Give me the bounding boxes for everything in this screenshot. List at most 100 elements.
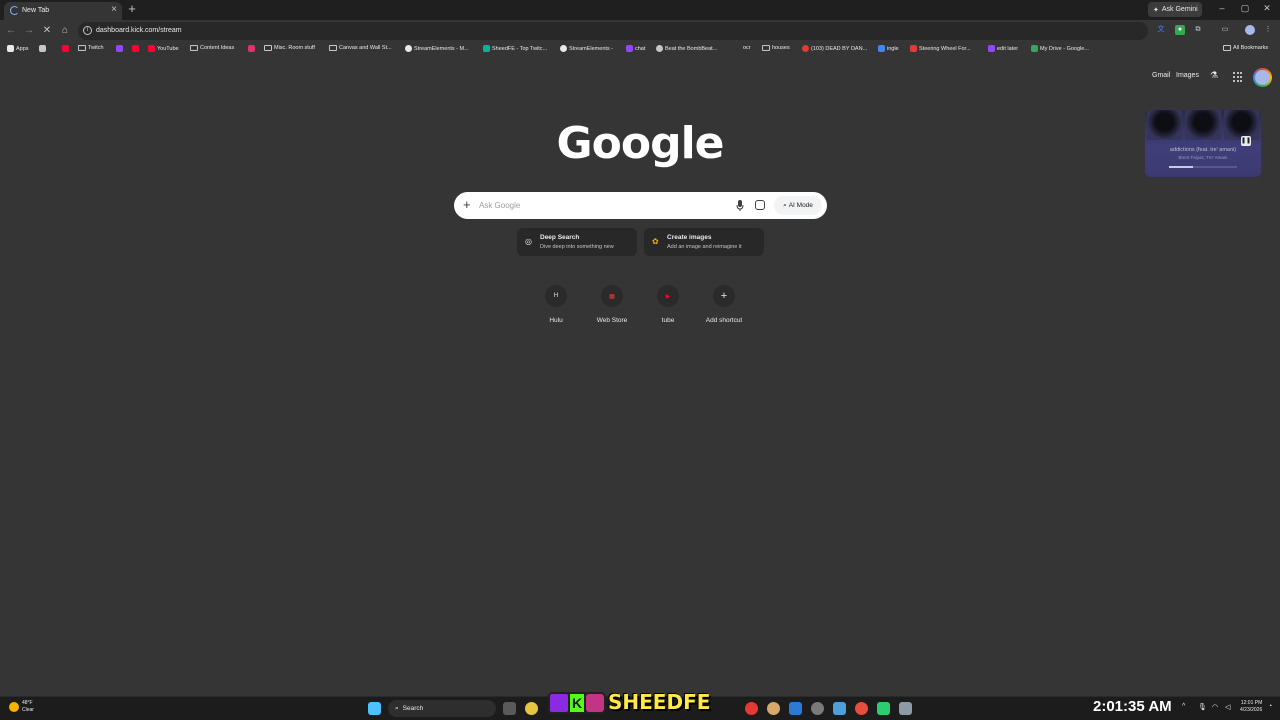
- windows-start-icon[interactable]: [368, 702, 381, 715]
- chrome-icon[interactable]: [525, 702, 538, 715]
- extensions-puzzle-icon[interactable]: ⧉: [1193, 25, 1203, 35]
- tray-chevron-icon[interactable]: ^: [1182, 703, 1185, 710]
- photos-icon[interactable]: [789, 702, 802, 715]
- plus-icon: +: [713, 285, 735, 307]
- settings-gear-icon[interactable]: [811, 702, 824, 715]
- bookmark-ocr[interactable]: ocr: [743, 45, 751, 51]
- back-arrow-icon[interactable]: ←: [5, 25, 17, 36]
- bookmark-youtube-2[interactable]: [132, 45, 139, 52]
- new-tab-button[interactable]: +: [126, 1, 138, 16]
- opera-icon[interactable]: [745, 702, 758, 715]
- bookmark-edit-later[interactable]: edit later: [988, 45, 1018, 52]
- shortcut-web-store[interactable]: ▦ Web Store: [584, 285, 640, 324]
- bookmark-streamelements[interactable]: StreamElements -: [560, 45, 613, 52]
- task-view-icon[interactable]: [503, 702, 516, 715]
- browser-toolbar: ← → ✕ ⌂ i dashboard.kick.com/stream 文 ● …: [0, 20, 1280, 42]
- bookmark-steering-wheel[interactable]: Steering Wheel For...: [910, 45, 971, 52]
- profile-avatar-icon[interactable]: [1245, 25, 1255, 35]
- tab-new-tab[interactable]: New Tab ×: [4, 2, 122, 20]
- system-clock[interactable]: 12:01 PM 4/23/2026: [1240, 700, 1262, 714]
- side-panel-icon[interactable]: ▭: [1220, 25, 1230, 35]
- spreadsheet-icon[interactable]: [877, 702, 890, 715]
- youtube-icon: [62, 45, 69, 52]
- bookmark-beat-the-bomb[interactable]: Beat the BombBeat...: [656, 45, 717, 52]
- translate-extension-icon[interactable]: 文: [1156, 25, 1166, 35]
- volume-icon[interactable]: ◁: [1225, 703, 1230, 711]
- forward-arrow-icon[interactable]: →: [23, 25, 35, 36]
- xbox-icon[interactable]: [855, 702, 868, 715]
- file-icon[interactable]: [899, 702, 912, 715]
- shortcut-hulu[interactable]: H Hulu: [528, 285, 584, 324]
- search-icon: ⌕: [395, 704, 399, 712]
- ai-mode-button[interactable]: ⌕ AI Mode: [774, 196, 822, 215]
- ask-gemini-label: Ask Gemini: [1161, 6, 1198, 13]
- bookmark-misc-room[interactable]: Misc. Room stuff: [264, 45, 315, 51]
- wifi-icon[interactable]: ◠: [1212, 703, 1218, 711]
- bookmark-sheedfe[interactable]: SheedFE - Top Twitc...: [483, 45, 547, 52]
- home-icon[interactable]: ⌂: [59, 25, 71, 36]
- bookmark-label: Apps: [16, 45, 29, 52]
- images-link[interactable]: Images: [1176, 72, 1199, 79]
- folder-icon: [264, 45, 272, 51]
- bookmark-instagram[interactable]: [248, 45, 255, 52]
- bookmark-apps[interactable]: Apps: [7, 45, 29, 52]
- green-extension-icon[interactable]: ●: [1175, 25, 1185, 35]
- microphone-icon[interactable]: [736, 200, 744, 211]
- shortcut-label: Hulu: [549, 317, 563, 324]
- tray-mic-icon[interactable]: 🎙︎: [1198, 703, 1207, 711]
- bookmark-label: Beat the BombBeat...: [665, 45, 718, 52]
- bookmark-ingle[interactable]: ingle: [878, 45, 899, 52]
- add-attachment-icon[interactable]: +: [463, 197, 471, 212]
- ask-gemini-button[interactable]: ✦ Ask Gemini: [1148, 2, 1202, 17]
- chip-subtitle: Add an image and reimagine it: [667, 244, 742, 250]
- address-bar[interactable]: i dashboard.kick.com/stream: [78, 22, 1148, 40]
- close-window-button[interactable]: ✕: [1260, 3, 1274, 14]
- google-apps-icon[interactable]: [1233, 72, 1243, 82]
- playback-progress-bar[interactable]: [1169, 166, 1237, 168]
- deep-search-chip[interactable]: ◎ Deep Search Dive deep into something n…: [517, 228, 637, 256]
- create-images-chip[interactable]: ✿ Create images Add an image and reimagi…: [644, 228, 764, 256]
- notification-bell-icon[interactable]: ◔: [1268, 703, 1272, 710]
- shortcut-tube[interactable]: ▶ tube: [640, 285, 696, 324]
- twitch-icon: [626, 45, 633, 52]
- bookmark-canvas[interactable]: Canvas and Wall St...: [329, 45, 392, 51]
- bookmark-dead-by-daylight[interactable]: (103) DEAD BY DAN...: [802, 45, 867, 52]
- browser-menu-icon[interactable]: ⋮: [1263, 25, 1273, 35]
- bookmark-youtube-3[interactable]: YouTube: [148, 45, 179, 52]
- google-lens-icon[interactable]: [755, 200, 765, 210]
- labs-flask-icon[interactable]: ⚗: [1210, 70, 1218, 81]
- all-bookmarks[interactable]: All Bookmarks: [1223, 45, 1268, 51]
- shortcut-add[interactable]: + Add shortcut: [696, 285, 752, 324]
- bookmark-label: Twitch: [88, 45, 104, 51]
- bookmark-tab-groups[interactable]: [39, 45, 46, 52]
- gemini-sparkle-icon: ✦: [1153, 6, 1159, 14]
- gmail-link[interactable]: Gmail: [1152, 72, 1170, 79]
- stop-loading-icon[interactable]: ✕: [41, 25, 53, 36]
- site-info-icon[interactable]: i: [83, 26, 92, 35]
- bookmark-label: Canvas and Wall St...: [339, 45, 392, 51]
- maximize-button[interactable]: ▢: [1238, 3, 1252, 14]
- pause-icon[interactable]: ❚❚: [1241, 136, 1251, 146]
- bookmark-youtube-1[interactable]: [62, 45, 69, 52]
- bookmark-my-drive[interactable]: My Drive - Google...: [1031, 45, 1089, 52]
- account-avatar[interactable]: [1253, 68, 1272, 87]
- shortcut-glyph: H: [553, 293, 559, 299]
- search-input[interactable]: [479, 199, 729, 212]
- bookmark-content-ideas[interactable]: Content Ideas: [190, 45, 234, 51]
- minimize-button[interactable]: –: [1215, 3, 1229, 13]
- media-player-widget[interactable]: ❚❚ addictions (feat. tre' amani) Brent F…: [1145, 110, 1261, 177]
- url-text[interactable]: dashboard.kick.com/stream: [96, 27, 182, 34]
- chip-title: Create images: [667, 234, 712, 241]
- bookmark-chat[interactable]: chat: [626, 45, 645, 52]
- bookmark-twitch[interactable]: [116, 45, 123, 52]
- taskbar-search[interactable]: ⌕ Search: [388, 700, 496, 717]
- animal-app-icon[interactable]: [767, 702, 780, 715]
- bookmark-twitch-folder[interactable]: Twitch: [78, 45, 104, 51]
- tab-close-button[interactable]: ×: [111, 4, 117, 15]
- bookmark-streamelements-m[interactable]: StreamElements - M...: [405, 45, 469, 52]
- weather-widget[interactable]: 48°F Clear: [9, 700, 34, 714]
- search-box[interactable]: + ⌕ AI Mode: [454, 192, 827, 219]
- notepad-icon[interactable]: [833, 702, 846, 715]
- bookmark-houses[interactable]: houses: [762, 45, 790, 51]
- tab-groups-icon: [39, 45, 46, 52]
